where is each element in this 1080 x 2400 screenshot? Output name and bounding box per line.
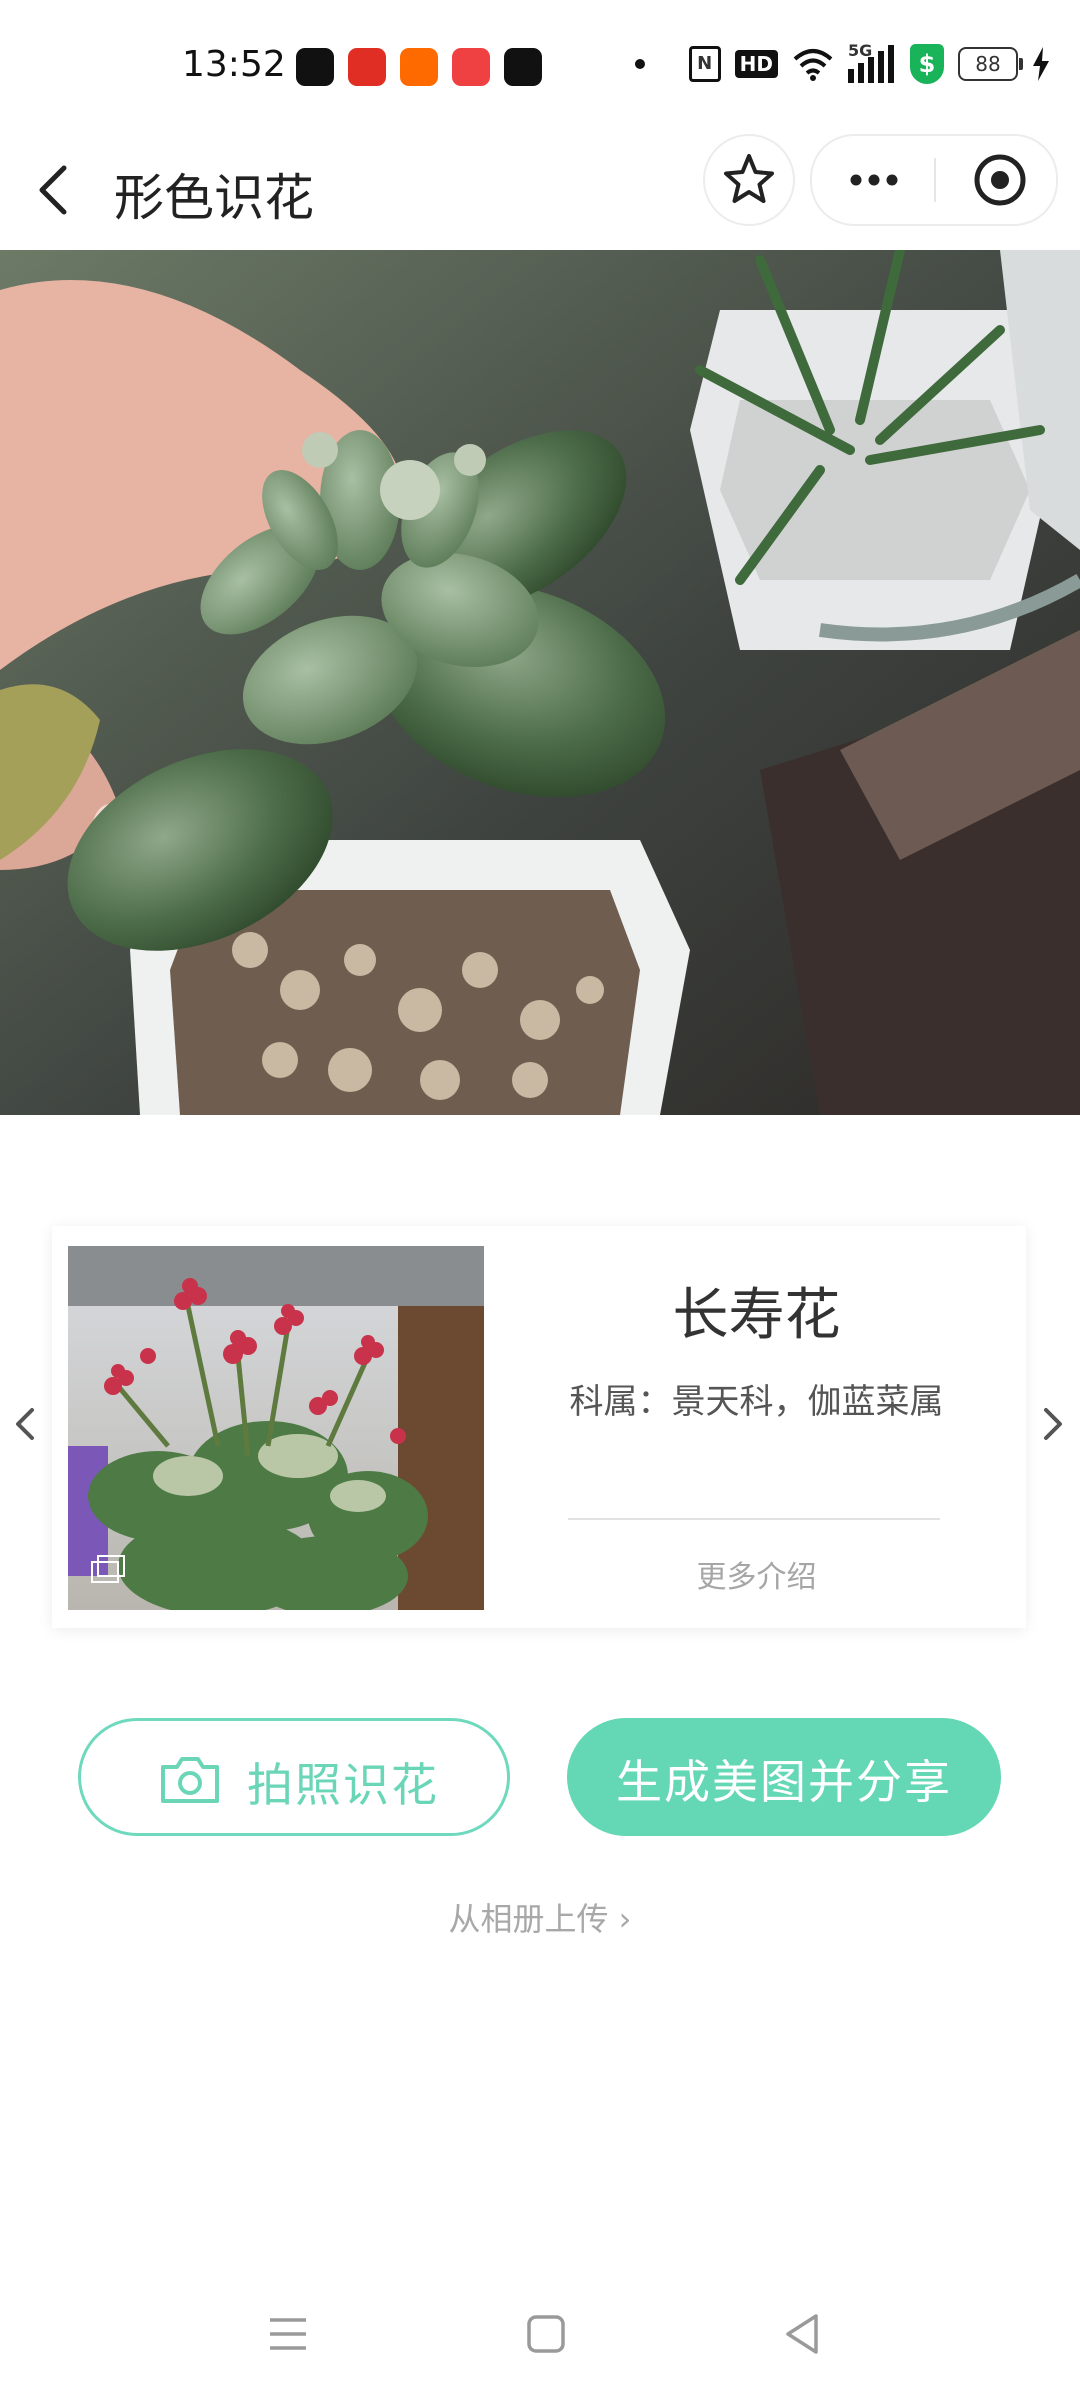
dot-icon [634, 59, 645, 69]
back-triangle-icon[interactable] [782, 2312, 822, 2356]
toutiao-icon [452, 48, 490, 86]
page-title: 形色识花 [114, 169, 314, 227]
captured-photo [0, 250, 1080, 1115]
favorite-button[interactable] [703, 134, 795, 226]
flower-reference-image[interactable] [68, 1246, 484, 1610]
previous-result-arrow[interactable] [8, 1400, 42, 1448]
home-square-icon[interactable] [526, 2314, 566, 2354]
charging-icon [1033, 47, 1049, 81]
target-circle-icon [974, 154, 1026, 206]
close-button[interactable] [952, 136, 1052, 224]
take-photo-button[interactable]: 拍照识花 [78, 1718, 510, 1836]
pinduoduo-icon [348, 48, 386, 86]
status-bar: 13:52 N HD 5G $ 88 [0, 0, 1080, 130]
card-divider [568, 1518, 940, 1520]
nfc-icon: N [688, 46, 721, 82]
title-bar: 形色识花 [0, 130, 1080, 250]
more-dots-icon [850, 174, 898, 186]
take-photo-label: 拍照识花 [247, 1758, 439, 1812]
system-nav-bar [0, 2280, 1080, 2400]
security-shield-icon: $ [910, 44, 944, 84]
wifi-icon [793, 49, 833, 81]
plant-photo-image [0, 250, 1080, 1115]
upload-from-album-link[interactable]: 从相册上传 › [0, 1894, 1080, 1940]
menu-icon[interactable] [268, 2314, 308, 2354]
menu-capsule [810, 134, 1058, 226]
more-info-link[interactable]: 更多介绍 [504, 1552, 1009, 1596]
generate-share-label: 生成美图并分享 [616, 1755, 952, 1809]
notification-icons [296, 48, 542, 86]
kalanchoe-photo [68, 1246, 484, 1610]
flower-family: 科属：景天科，伽蓝菜属 [569, 1382, 944, 1422]
hd-icon: HD [734, 50, 778, 78]
flower-name: 长寿花 [672, 1283, 841, 1348]
capcut-icon [504, 48, 542, 86]
star-icon [724, 154, 774, 203]
capsule-divider [934, 158, 936, 202]
status-time: 13:52 [182, 44, 286, 85]
tiktok-icon [296, 48, 334, 86]
more-button[interactable] [822, 136, 922, 224]
chevron-left-icon[interactable] [30, 150, 80, 230]
status-indicators: N HD 5G $ 88 [634, 41, 1050, 84]
camera-icon [161, 1757, 219, 1803]
battery-icon: 88 [958, 47, 1023, 81]
generate-share-button[interactable]: 生成美图并分享 [567, 1718, 1001, 1836]
fanqie-icon [400, 48, 438, 86]
signal-icon: 5G [848, 41, 896, 83]
result-card[interactable]: 长寿花 科属：景天科，伽蓝菜属 更多介绍 [52, 1226, 1026, 1628]
next-result-arrow[interactable] [1036, 1400, 1070, 1448]
